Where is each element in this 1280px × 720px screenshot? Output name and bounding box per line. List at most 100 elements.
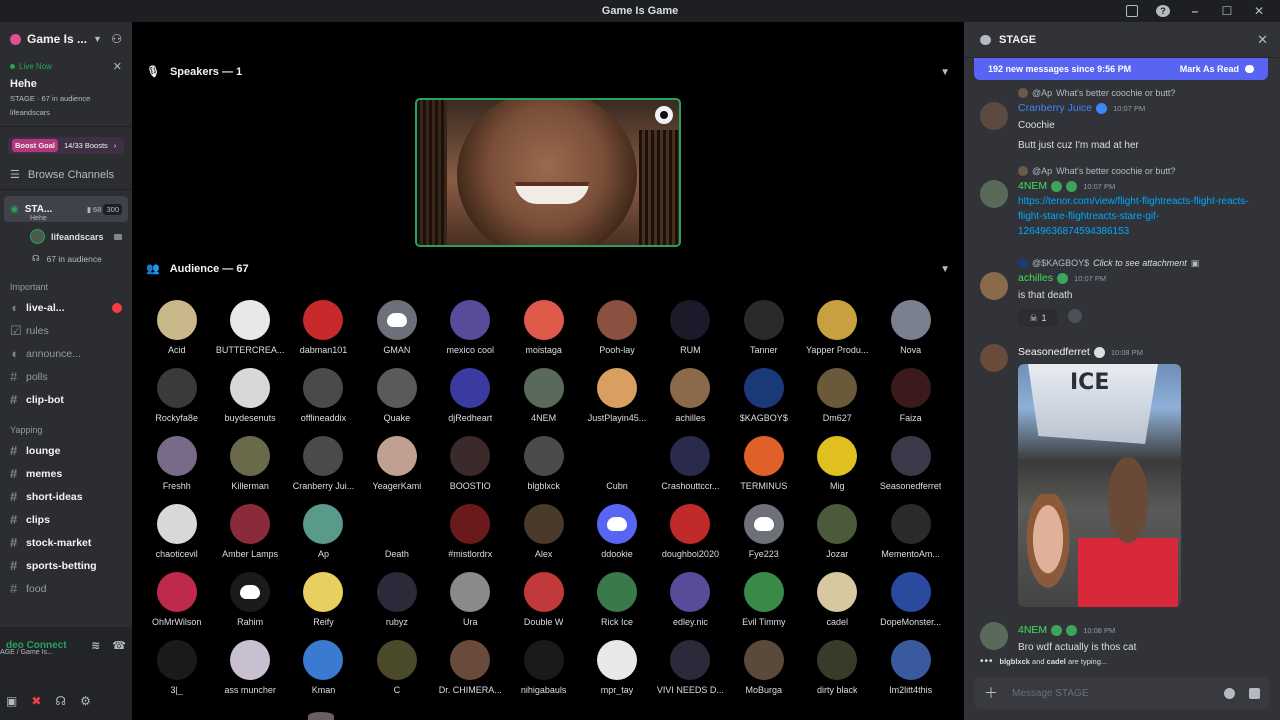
apps-icon[interactable]	[1249, 687, 1260, 699]
chevron-down-icon[interactable]: ▼	[940, 67, 950, 78]
audience-member[interactable]: Alex	[507, 504, 580, 564]
audience-member[interactable]: $KAGBOY$	[727, 368, 800, 428]
audience-member[interactable]: Nova	[874, 300, 947, 360]
message-input[interactable]: Message STAGE	[1012, 688, 1089, 699]
gear-icon[interactable]: ⚙	[80, 694, 91, 708]
audience-member[interactable]: TERMINUS	[727, 436, 800, 496]
image-attachment[interactable]	[1018, 364, 1181, 607]
live-now-card[interactable]: Live Now ✕ Hehe STAGE · 67 in audience l…	[0, 56, 132, 127]
audience-member[interactable]: Acid	[140, 300, 213, 360]
audience-member[interactable]: Ap	[287, 504, 360, 564]
audience-member[interactable]: Dr. CHIMERA...	[434, 640, 507, 700]
message-author[interactable]: achilles	[1018, 272, 1053, 284]
help-icon[interactable]: ?	[1156, 5, 1170, 17]
audience-member[interactable]: nihigabauls	[507, 640, 580, 700]
channel-lounge[interactable]: # lounge	[0, 439, 132, 462]
audience-member[interactable]: Cranberry Jui...	[287, 436, 360, 496]
avatar[interactable]	[980, 180, 1008, 208]
audience-member[interactable]: ass muncher	[213, 640, 286, 700]
audience-member[interactable]: cadel	[801, 572, 874, 632]
server-header[interactable]: Game Is ... ▼ ⚇	[0, 22, 132, 56]
channel-announcements[interactable]: ◖ announce...	[0, 342, 132, 365]
channel-clips[interactable]: # clips	[0, 508, 132, 531]
audience-member[interactable]: blgblxck	[507, 436, 580, 496]
message-link[interactable]: https://tenor.com/view/flight-flightreac…	[980, 194, 1270, 239]
mark-as-read-button[interactable]: Mark As Read	[1180, 64, 1254, 74]
audience-member[interactable]: Evil Timmy	[727, 572, 800, 632]
emoji-icon[interactable]	[1224, 687, 1235, 699]
audience-member[interactable]: Pooh-lay	[580, 300, 653, 360]
audience-member[interactable]: mpr_tay	[580, 640, 653, 700]
channel-live-alerts[interactable]: ◖ live-al...	[0, 296, 132, 319]
audience-member[interactable]: achilles	[654, 368, 727, 428]
audience-member[interactable]: DopeMonster...	[874, 572, 947, 632]
audience-member[interactable]: Yapper Produ...	[801, 300, 874, 360]
audience-member[interactable]: rubyz	[360, 572, 433, 632]
audience-member[interactable]: mexico cool	[434, 300, 507, 360]
audience-member[interactable]: #mistlordrx	[434, 504, 507, 564]
avatar[interactable]: ▣	[6, 694, 17, 708]
audience-member[interactable]: YeagerKami	[360, 436, 433, 496]
chat-message[interactable]: @Ap What's better coochie or butt? Cranb…	[980, 86, 1270, 153]
channel-rules[interactable]: ☑ rules	[0, 319, 132, 342]
audience-member[interactable]: Quake	[360, 368, 433, 428]
audience-member[interactable]: Cubn	[580, 436, 653, 496]
audience-member[interactable]: Rockyfa8e	[140, 368, 213, 428]
chat-message[interactable]: @$KAGBOY$ Click to see attachment ▣ achi…	[980, 256, 1270, 327]
reply-preview[interactable]: @$KAGBOY$ Click to see attachment ▣	[980, 256, 1270, 270]
audience-member[interactable]: Rahim	[213, 572, 286, 632]
disconnect-icon[interactable]: ☎	[112, 639, 126, 652]
chat-message[interactable]: Seasonedferret 10:08 PM	[980, 344, 1270, 607]
audience-member[interactable]: Rick Ice	[580, 572, 653, 632]
close-icon[interactable]: ✕	[113, 60, 122, 73]
channel-polls[interactable]: # polls	[0, 365, 132, 388]
speaker-video-tile[interactable]	[415, 98, 681, 247]
audience-member[interactable]: doughboi2020	[654, 504, 727, 564]
channel-sports-betting[interactable]: # sports-betting	[0, 554, 132, 577]
avatar[interactable]	[980, 344, 1008, 372]
audience-member[interactable]: VIVI NEEDS D...	[654, 640, 727, 700]
audience-member[interactable]: JustPlayin45...	[580, 368, 653, 428]
audience-member[interactable]: Killerman	[213, 436, 286, 496]
audience-member[interactable]: Mig	[801, 436, 874, 496]
chat-message[interactable]: @Ap What's better coochie or butt? 4NEM …	[980, 164, 1270, 239]
noise-suppression-icon[interactable]: ≋	[91, 639, 100, 652]
reply-preview[interactable]: @Ap What's better coochie or butt?	[980, 164, 1270, 178]
audience-member[interactable]: Dm627	[801, 368, 874, 428]
audience-member[interactable]: Double W	[507, 572, 580, 632]
category-important[interactable]: Important	[0, 268, 132, 296]
reaction-button[interactable]: ☠ 1	[1018, 309, 1058, 327]
audience-member[interactable]: OhMrWilson	[140, 572, 213, 632]
inbox-icon[interactable]	[1126, 5, 1138, 17]
chevron-down-icon[interactable]: ▼	[940, 264, 950, 275]
message-composer[interactable]: ＋ Message STAGE	[974, 677, 1270, 709]
audience-member[interactable]: Kman	[287, 640, 360, 700]
reply-preview[interactable]: @Ap What's better coochie or butt?	[980, 86, 1270, 100]
audience-member[interactable]: offlineaddix	[287, 368, 360, 428]
audience-member[interactable]: MoBurga	[727, 640, 800, 700]
audience-member[interactable]: Tanner	[727, 300, 800, 360]
close-window-button[interactable]: ✕	[1252, 4, 1266, 18]
message-author[interactable]: Seasonedferret	[1018, 346, 1090, 358]
audience-member[interactable]: Death	[360, 504, 433, 564]
category-yapping[interactable]: Yapping	[0, 411, 132, 439]
chat-message[interactable]: 4NEM 10:08 PM Bro wdf actually is thos c…	[980, 622, 1270, 655]
audience-member[interactable]: BUTTERCREA...	[213, 300, 286, 360]
channel-stock-market[interactable]: # stock-market	[0, 531, 132, 554]
audience-member[interactable]: Amber Lamps	[213, 504, 286, 564]
audience-member[interactable]: Im2litt4this	[874, 640, 947, 700]
maximize-button[interactable]: ☐	[1220, 4, 1234, 18]
audience-member[interactable]: RUM	[654, 300, 727, 360]
audience-member[interactable]: GMAN	[360, 300, 433, 360]
audience-member[interactable]: Seasonedferret	[874, 436, 947, 496]
channel-food[interactable]: # food	[0, 577, 132, 600]
message-author[interactable]: Cranberry Juice	[1018, 102, 1092, 114]
audience-member[interactable]: chaoticevil	[140, 504, 213, 564]
invite-people-icon[interactable]: ⚇	[111, 32, 122, 46]
audience-member[interactable]: 4NEM	[507, 368, 580, 428]
audience-member[interactable]: Jozar	[801, 504, 874, 564]
avatar[interactable]	[980, 622, 1008, 650]
message-author[interactable]: 4NEM	[1018, 624, 1047, 636]
mic-muted-icon[interactable]: ✖	[31, 694, 41, 708]
audience-member[interactable]: Crashouttccr...	[654, 436, 727, 496]
